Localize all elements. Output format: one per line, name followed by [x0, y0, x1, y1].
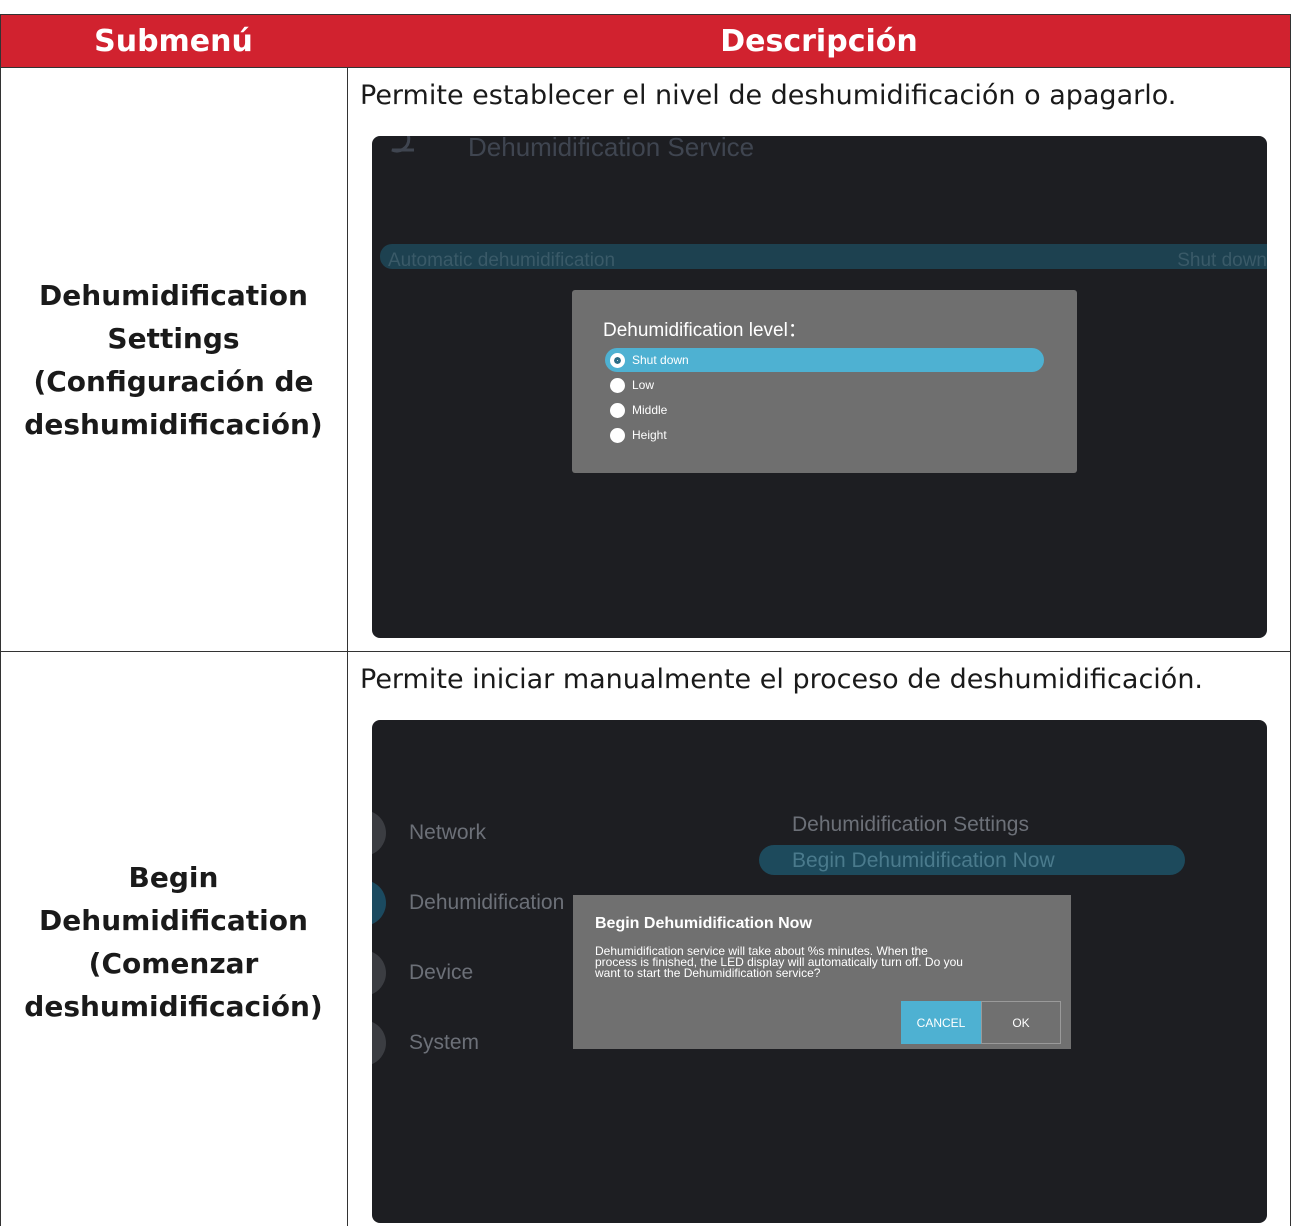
- begin-dehumidification-dialog: Begin Dehumidification Now Dehumidificat…: [573, 895, 1071, 1049]
- radio-icon: [610, 377, 625, 393]
- option-low[interactable]: Low: [610, 375, 654, 395]
- submenu-line: deshumidificación): [24, 408, 323, 441]
- system-icon: [372, 1020, 386, 1066]
- radio-selected-icon: [610, 352, 625, 368]
- option-label: Middle: [632, 403, 668, 417]
- ok-button[interactable]: OK: [981, 1001, 1061, 1044]
- screen-title: Dehumidification Service: [468, 136, 755, 162]
- dialog-title: Dehumidification level：: [603, 320, 807, 341]
- option-label: Shut down: [632, 353, 689, 367]
- dehumidification-icon: [372, 880, 386, 926]
- submenu-line: Dehumidification: [39, 904, 308, 937]
- menu-item-begin-dehumidification[interactable]: Begin Dehumidification Now: [792, 849, 1055, 873]
- setting-label: Automatic dehumidification: [388, 250, 616, 271]
- cancel-button[interactable]: CANCEL: [901, 1001, 981, 1044]
- back-icon[interactable]: [384, 136, 420, 154]
- table-border-top: [0, 14, 1291, 15]
- submenu-begin-dehumidification: Begin Dehumidification (Comenzar deshumi…: [0, 856, 347, 1028]
- network-icon: [372, 810, 386, 856]
- description-text: Permite establecer el nivel de deshumidi…: [360, 80, 1177, 111]
- setting-value: Shut down: [1177, 250, 1267, 271]
- nav-item-dehumidification[interactable]: Dehumidification: [409, 891, 564, 915]
- nav-item-network[interactable]: Network: [409, 821, 486, 845]
- option-label: Low: [632, 378, 655, 392]
- submenu-line: (Comenzar: [88, 947, 259, 980]
- dialog-title: Begin Dehumidification Now: [595, 915, 812, 932]
- submenu-line: Settings: [107, 322, 240, 355]
- header-divider: [0, 67, 1291, 68]
- table-border-left: [0, 14, 1, 1226]
- dehumidification-level-dialog: Dehumidification level： Shut down Low Mi…: [572, 290, 1077, 473]
- screenshot-begin-dehumidification: Network Dehumidification Device System D…: [372, 720, 1267, 1223]
- description-text: Permite iniciar manualmente el proceso d…: [360, 664, 1204, 695]
- submenu-line: Dehumidification: [39, 279, 308, 312]
- submenu-line: (Configuración de: [33, 365, 314, 398]
- device-icon: [372, 950, 386, 996]
- dialog-message: Dehumidification service will take about…: [595, 945, 1055, 980]
- header-description: Descripción: [720, 23, 918, 59]
- screenshot-dehumidification-settings: Dehumidification Service Automatic dehum…: [372, 136, 1267, 638]
- nav-item-system[interactable]: System: [409, 1031, 479, 1055]
- radio-icon: [610, 402, 625, 418]
- option-height[interactable]: Height: [610, 425, 667, 445]
- header-submenu: Submenú: [94, 23, 253, 59]
- dialog-message-line: want to start the Dehumidification servi…: [595, 966, 821, 980]
- radio-icon: [610, 427, 625, 443]
- submenu-table: Submenú Descripción Dehumidification Set…: [0, 0, 1291, 1226]
- option-shut-down[interactable]: Shut down: [610, 350, 689, 370]
- submenu-line: Begin: [128, 861, 219, 894]
- nav-item-device[interactable]: Device: [409, 961, 473, 985]
- submenu-dehumidification-settings: Dehumidification Settings (Configuración…: [0, 274, 347, 446]
- menu-item-dehumidification-settings[interactable]: Dehumidification Settings: [792, 813, 1029, 837]
- option-middle[interactable]: Middle: [610, 400, 667, 420]
- row-divider: [0, 651, 1291, 652]
- submenu-line: deshumidificación): [24, 990, 323, 1023]
- column-divider: [347, 67, 348, 1226]
- option-label: Height: [632, 428, 667, 442]
